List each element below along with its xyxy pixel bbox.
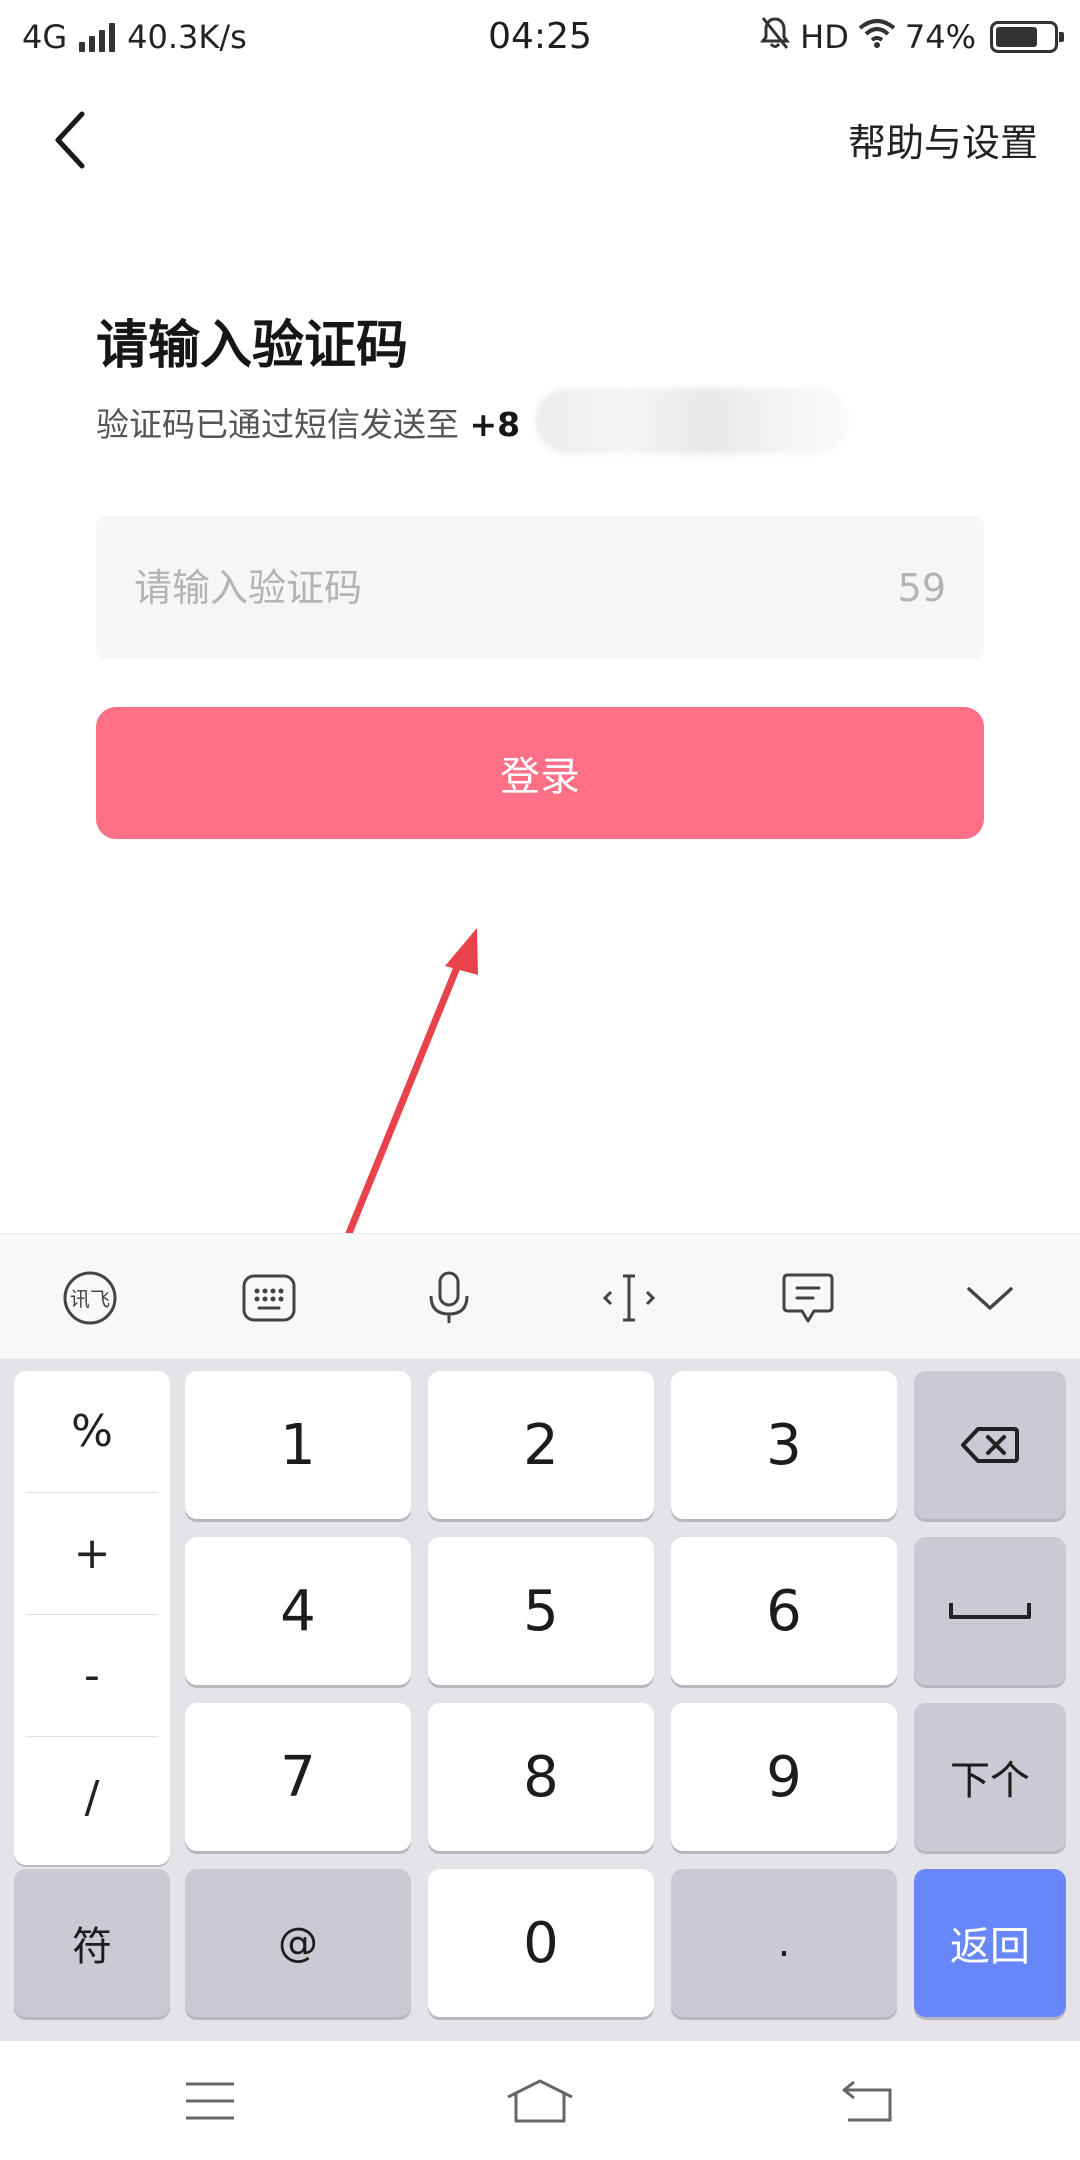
bell-off-icon [758,15,792,59]
key-2[interactable]: 2 [428,1371,654,1519]
backspace-button[interactable] [914,1371,1066,1519]
network-type: 4G [22,18,68,56]
symbol-key-slash[interactable]: / [26,1737,158,1858]
collapse-icon[interactable] [950,1258,1030,1338]
back-icon [842,2080,892,2122]
key-1[interactable]: 1 [185,1371,411,1519]
signal-icon [79,22,116,52]
back-button[interactable] [40,100,100,180]
network-speed: 40.3K/s [127,18,247,56]
resend-countdown[interactable]: 59 [898,566,946,610]
key-0[interactable]: 0 [428,1869,654,2017]
keyboard-toolbar: 讯飞 [0,1233,1080,1359]
symbol-key-percent[interactable]: % [26,1371,158,1492]
phone-number: +8 [469,405,521,444]
wifi-icon [857,17,897,57]
at-key[interactable]: @ [185,1869,411,2017]
status-left: 4G 40.3K/s [22,18,247,56]
login-button[interactable]: 登录 [96,707,984,839]
microphone-icon[interactable] [409,1258,489,1338]
code-input[interactable] [134,565,898,610]
clipboard-icon[interactable] [768,1258,848,1338]
key-8[interactable]: 8 [428,1703,654,1851]
chevron-left-icon [55,111,85,169]
key-5[interactable]: 5 [428,1537,654,1685]
status-bar: 4G 40.3K/s HD 74% [0,0,1080,74]
hd-badge: HD [800,18,849,56]
battery-percent: 74% [904,18,976,56]
space-button[interactable] [914,1537,1066,1685]
key-9[interactable]: 9 [671,1703,897,1851]
key-6[interactable]: 6 [671,1537,897,1685]
backspace-icon [961,1427,1019,1463]
menu-icon [186,2082,234,2120]
next-button[interactable]: 下个 [914,1703,1066,1851]
sms-notice: 验证码已通过短信发送至 +8 [96,398,520,446]
svg-text:讯飞: 讯飞 [70,1287,110,1311]
keyboard-icon[interactable] [229,1258,309,1338]
symbol-column: % + - / [14,1371,170,1865]
symbol-key-plus[interactable]: + [26,1493,158,1614]
return-button[interactable]: 返回 [914,1869,1066,2017]
symbols-button[interactable]: 符 [14,1869,170,2017]
ifly-logo-icon[interactable]: 讯飞 [50,1258,130,1338]
status-right: HD 74% [758,15,1064,59]
system-nav-bar [0,2041,1080,2160]
cursor-move-icon[interactable] [589,1258,669,1338]
code-field[interactable]: 59 [96,516,984,659]
numeric-keyboard: % + - / 1 2 3 4 5 6 7 8 9 下个 符 @ 0 . 返回 [0,1359,1080,2041]
key-4[interactable]: 4 [185,1537,411,1685]
symbol-key-minus[interactable]: - [26,1615,158,1736]
system-back-button[interactable] [818,2063,918,2139]
help-settings-link[interactable]: 帮助与设置 [848,112,1038,167]
key-7[interactable]: 7 [185,1703,411,1851]
phone-number-redaction [535,388,850,454]
home-icon [507,2079,573,2123]
dot-key[interactable]: . [671,1869,897,2017]
recent-apps-button[interactable] [160,2063,260,2139]
home-button[interactable] [490,2063,590,2139]
space-icon [949,1603,1031,1619]
battery-icon [990,21,1064,53]
sms-notice-text: 验证码已通过短信发送至 [96,405,459,444]
key-3[interactable]: 3 [671,1371,897,1519]
page-title: 请输入验证码 [96,316,409,376]
